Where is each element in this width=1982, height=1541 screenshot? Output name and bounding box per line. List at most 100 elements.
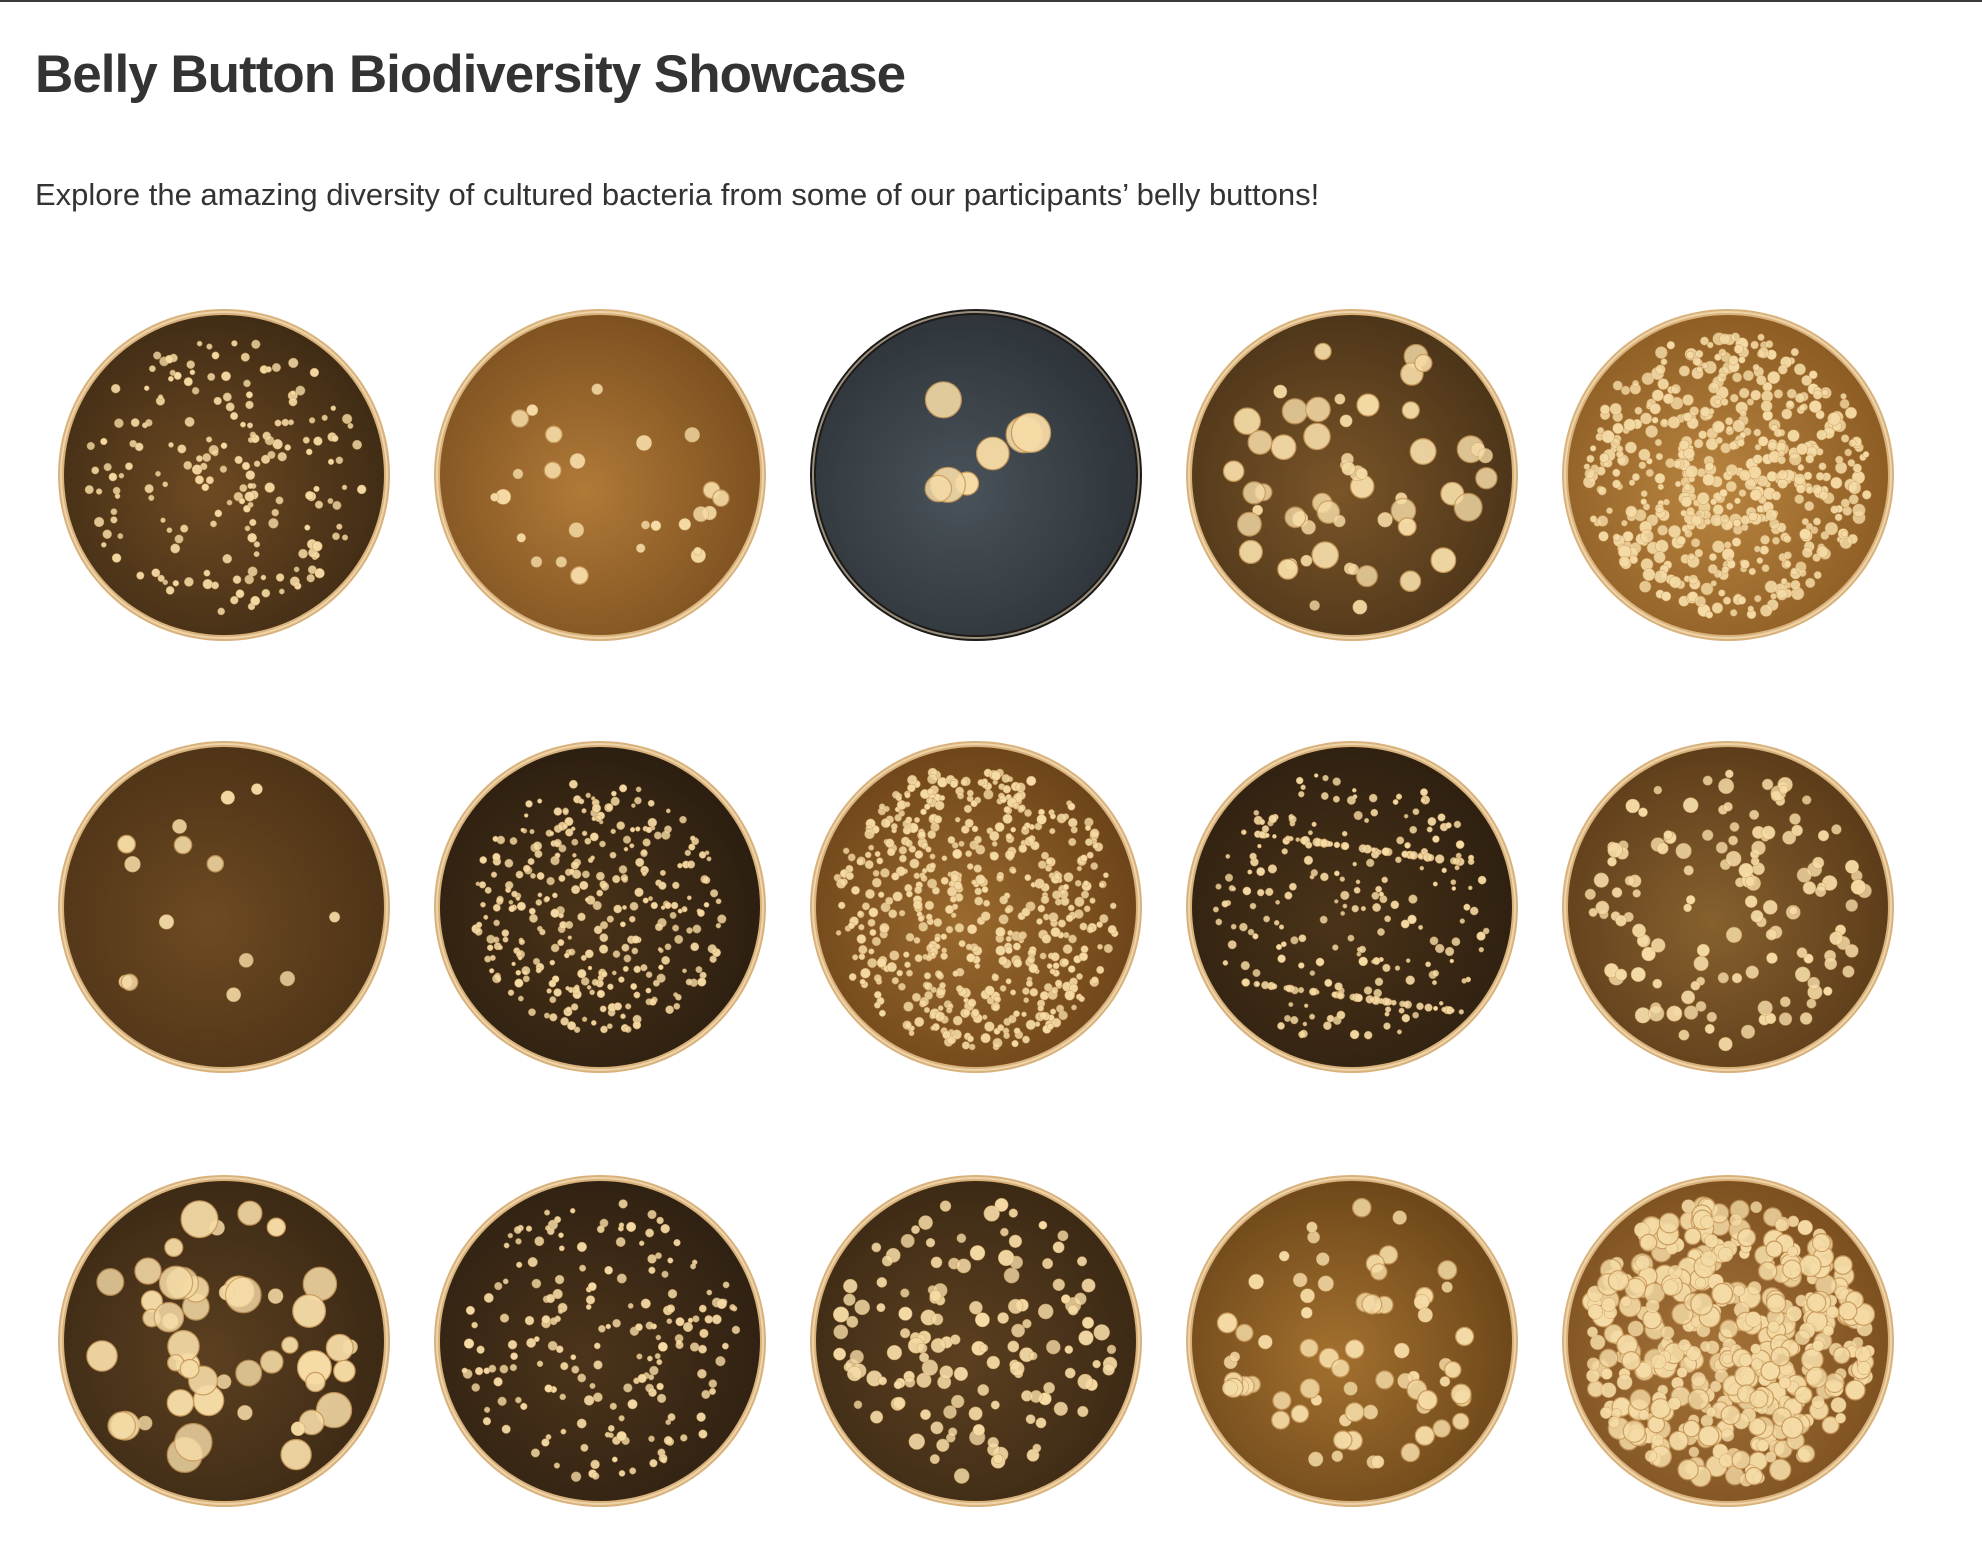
colony (1728, 835, 1739, 846)
colony (1781, 1416, 1804, 1439)
colony (1434, 854, 1445, 864)
colony (581, 808, 587, 814)
colony (1414, 353, 1433, 373)
colony (1037, 860, 1047, 870)
colony (1762, 899, 1778, 915)
colony (886, 961, 897, 973)
colony (968, 1406, 983, 1421)
colony (1451, 937, 1461, 947)
colony (1770, 1346, 1791, 1367)
colony (356, 484, 367, 495)
colony (1789, 813, 1801, 825)
colony (1710, 580, 1717, 587)
colony (1477, 875, 1487, 885)
colony (924, 982, 933, 991)
colony (1065, 914, 1074, 923)
colony (1023, 997, 1030, 1004)
colony (1807, 976, 1821, 990)
colony (277, 451, 287, 462)
plate-4 (1182, 305, 1522, 645)
colony (295, 385, 306, 396)
colony (275, 573, 285, 582)
plate-2 (430, 305, 770, 645)
colony (1711, 540, 1725, 554)
colony (527, 1257, 538, 1268)
petri-dish-image (810, 1175, 1142, 1507)
colony (1725, 463, 1738, 477)
colony (1830, 505, 1839, 514)
colony (647, 1209, 657, 1220)
colony (280, 1438, 312, 1471)
colony (1024, 809, 1032, 817)
colony (554, 1274, 565, 1285)
colony (1261, 981, 1270, 990)
colony (1426, 826, 1433, 833)
colony (1351, 904, 1359, 913)
colony (558, 1232, 564, 1239)
colony (940, 876, 949, 885)
colony (1687, 552, 1696, 561)
colony (569, 1208, 576, 1214)
colony (853, 1400, 863, 1410)
colony (331, 434, 339, 443)
colony (647, 799, 655, 807)
colony (1666, 340, 1676, 350)
colony (979, 1343, 989, 1353)
colony (1372, 903, 1382, 912)
colony (544, 895, 551, 902)
colony (1288, 882, 1297, 891)
colony (956, 1258, 972, 1274)
colony (886, 1344, 903, 1361)
colony (1028, 1351, 1038, 1361)
colony (1720, 514, 1730, 524)
colony (1765, 1240, 1783, 1258)
colony (867, 957, 878, 969)
colony (1062, 883, 1070, 891)
colony (1728, 355, 1739, 366)
colony (268, 518, 279, 529)
colony (1275, 899, 1281, 905)
colony (1067, 1304, 1079, 1316)
colony (543, 461, 562, 480)
colony (1272, 1391, 1292, 1411)
colony (898, 809, 906, 817)
colony (510, 1352, 518, 1361)
colony (1586, 1357, 1601, 1371)
colony (1450, 1383, 1472, 1405)
colony (619, 921, 626, 928)
colony (1277, 558, 1299, 580)
colony (634, 1323, 643, 1332)
colony (253, 460, 261, 468)
colony (222, 392, 232, 402)
colony (847, 922, 855, 930)
colony (1215, 883, 1222, 890)
colony (1615, 914, 1627, 927)
colony (1705, 610, 1714, 619)
colony (544, 1225, 551, 1232)
colony (1812, 856, 1825, 869)
colony (1586, 454, 1595, 463)
colony (251, 339, 261, 349)
colony (958, 840, 965, 847)
colony (613, 1002, 623, 1011)
colony (699, 1328, 709, 1339)
colony (905, 890, 913, 898)
colony (1467, 858, 1475, 866)
colony (1429, 936, 1439, 946)
colony (914, 885, 923, 895)
colony (1601, 430, 1615, 444)
colony (558, 844, 567, 853)
colony (1612, 422, 1624, 435)
colony (924, 900, 935, 911)
colony (1398, 1007, 1405, 1014)
colony (284, 444, 292, 451)
colony (471, 1321, 478, 1329)
colony (1311, 541, 1339, 569)
colony (837, 901, 846, 910)
petri-dish-image (434, 309, 766, 641)
colony (656, 1359, 663, 1366)
colony (1225, 853, 1231, 859)
colony (1614, 968, 1628, 981)
colony (666, 1304, 676, 1314)
colony (948, 1427, 958, 1437)
